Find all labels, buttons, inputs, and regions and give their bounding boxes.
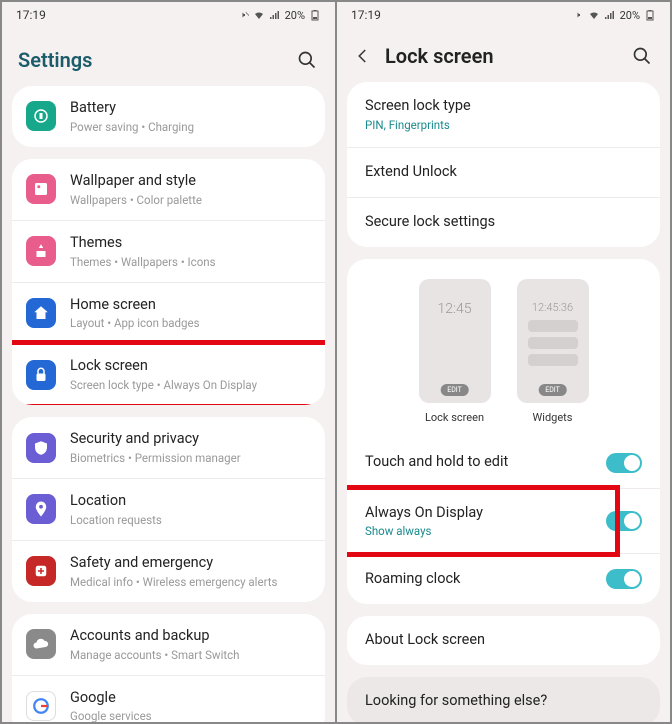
item-title: Battery	[70, 99, 311, 118]
lock-item-secure-lock-settings[interactable]: Secure lock settings	[347, 198, 660, 247]
item-subtitle: Wallpapers • Color palette	[70, 193, 311, 207]
settings-item-lock-screen[interactable]: Lock screen Screen lock type • Always On …	[12, 344, 325, 405]
pin-icon	[26, 494, 56, 524]
status-time: 17:19	[351, 8, 381, 22]
settings-item-wallpaper-and-style[interactable]: Wallpaper and style Wallpapers • Color pa…	[12, 159, 325, 221]
preview-lockscreen[interactable]: 12:45 EDIT Lock screen	[419, 279, 491, 424]
item-subtitle: Layout • App icon badges	[70, 316, 311, 330]
item-subtitle: Screen lock type • Always On Display	[70, 378, 311, 392]
toggle-switch[interactable]	[606, 453, 642, 473]
status-right: 20%	[572, 9, 656, 22]
wifi-icon	[253, 9, 265, 21]
item-subtitle: Google services	[70, 709, 311, 722]
item-title: Home screen	[70, 296, 311, 315]
settings-header: Settings	[2, 28, 335, 86]
preview-widgets[interactable]: 12:45:36 EDIT Widgets	[517, 279, 589, 424]
phone-right: 17:19 20% Lock screen Screen lock type PI…	[336, 2, 670, 722]
item-title: Lock screen	[70, 357, 311, 376]
search-button[interactable]	[630, 44, 654, 68]
item-title: Security and privacy	[70, 430, 311, 449]
item-title: Touch and hold to edit	[365, 453, 592, 472]
edit-badge[interactable]: EDIT	[440, 384, 469, 396]
settings-group: Wallpaper and style Wallpapers • Color pa…	[12, 159, 325, 405]
item-title: Always On Display	[365, 504, 592, 523]
wallpaper-icon	[26, 174, 56, 204]
lock-item-screen-lock-type[interactable]: Screen lock type PIN, Fingerprints	[347, 82, 660, 148]
wifi-icon	[588, 9, 600, 21]
item-subtitle: PIN, Fingerprints	[365, 118, 642, 132]
shield-icon	[26, 433, 56, 463]
item-title: Secure lock settings	[365, 213, 642, 232]
item-subtitle: Manage accounts • Smart Switch	[70, 648, 311, 662]
settings-item-home-screen[interactable]: Home screenLayout • App icon badges	[12, 283, 325, 345]
status-right: 20%	[237, 9, 321, 22]
item-subtitle: Power saving • Charging	[70, 120, 311, 134]
settings-item-google[interactable]: GoogleGoogle services	[12, 676, 325, 722]
mute-icon	[237, 9, 249, 21]
settings-group: Battery Power saving • Charging	[12, 86, 325, 147]
lock-item-always-on-display[interactable]: Always On DisplayShow always	[347, 489, 660, 555]
item-title: Roaming clock	[365, 570, 592, 589]
footer-card: Looking for something else?	[347, 677, 660, 722]
edit-badge[interactable]: EDIT	[538, 384, 567, 396]
search-icon	[297, 50, 317, 70]
item-title: Screen lock type	[365, 97, 642, 116]
home-icon	[26, 298, 56, 328]
previews-card: 12:45 EDIT Lock screen 12:45:36 EDIT Wid…	[347, 259, 660, 605]
lock-item-extend-unlock[interactable]: Extend Unlock	[347, 148, 660, 198]
settings-item-location[interactable]: Location Location requests	[12, 479, 325, 541]
preview-row: 12:45 EDIT Lock screen 12:45:36 EDIT Wid…	[347, 259, 660, 438]
toggle-switch[interactable]	[606, 511, 642, 531]
battery-icon	[644, 9, 656, 21]
settings-item-security-and-privacy[interactable]: Security and privacy Biometrics • Permiss…	[12, 417, 325, 479]
item-title: Extend Unlock	[365, 163, 642, 182]
page-title: Settings	[18, 48, 283, 72]
phone-left: 17:19 20% Settings Battery Power saving •…	[2, 2, 336, 722]
signal-icon	[269, 9, 281, 21]
lock-item-roaming-clock[interactable]: Roaming clock	[347, 554, 660, 604]
item-title: Safety and emergency	[70, 554, 311, 573]
lock-icon	[26, 360, 56, 390]
settings-item-battery[interactable]: Battery Power saving • Charging	[12, 86, 325, 147]
about-card: About Lock screen	[347, 616, 660, 665]
lock-item-touch-and-hold-to-edit[interactable]: Touch and hold to edit	[347, 438, 660, 489]
item-subtitle: Themes • Wallpapers • Icons	[70, 255, 311, 269]
toggle-switch[interactable]	[606, 569, 642, 589]
item-subtitle: Show always	[365, 524, 592, 538]
themes-icon	[26, 236, 56, 266]
cloud-icon	[26, 629, 56, 659]
item-subtitle: Location requests	[70, 513, 311, 527]
settings-item-themes[interactable]: Themes Themes • Wallpapers • Icons	[12, 221, 325, 283]
back-button[interactable]	[353, 46, 373, 66]
looking-for[interactable]: Looking for something else?	[347, 677, 660, 722]
settings-group: Accounts and backup Manage accounts • Sma…	[12, 614, 325, 722]
about-lock-screen[interactable]: About Lock screen	[347, 616, 660, 665]
battery-icon	[26, 101, 56, 131]
item-title: Themes	[70, 234, 311, 253]
google-icon	[26, 691, 56, 721]
mute-icon	[572, 9, 584, 21]
item-title: Google	[70, 689, 311, 708]
page-title: Lock screen	[385, 44, 618, 68]
settings-group: Security and privacy Biometrics • Permiss…	[12, 417, 325, 602]
emergency-icon	[26, 556, 56, 586]
status-bar: 17:19 20%	[2, 2, 335, 28]
item-title: Accounts and backup	[70, 627, 311, 646]
settings-item-accounts-and-backup[interactable]: Accounts and backup Manage accounts • Sma…	[12, 614, 325, 676]
item-title: Wallpaper and style	[70, 172, 311, 191]
battery-icon	[309, 9, 321, 21]
lock-type-card: Screen lock type PIN, Fingerprints Extend …	[347, 82, 660, 247]
search-icon	[632, 46, 652, 66]
chevron-left-icon	[354, 47, 372, 65]
item-subtitle: Medical info • Wireless emergency alerts	[70, 575, 311, 589]
item-title: Location	[70, 492, 311, 511]
search-button[interactable]	[295, 48, 319, 72]
item-subtitle: Biometrics • Permission manager	[70, 451, 311, 465]
settings-item-safety-and-emergency[interactable]: Safety and emergency Medical info • Wirel…	[12, 541, 325, 602]
status-bar: 17:19 20%	[337, 2, 670, 28]
lockscreen-header: Lock screen	[337, 28, 670, 82]
status-time: 17:19	[16, 8, 46, 22]
signal-icon	[604, 9, 616, 21]
